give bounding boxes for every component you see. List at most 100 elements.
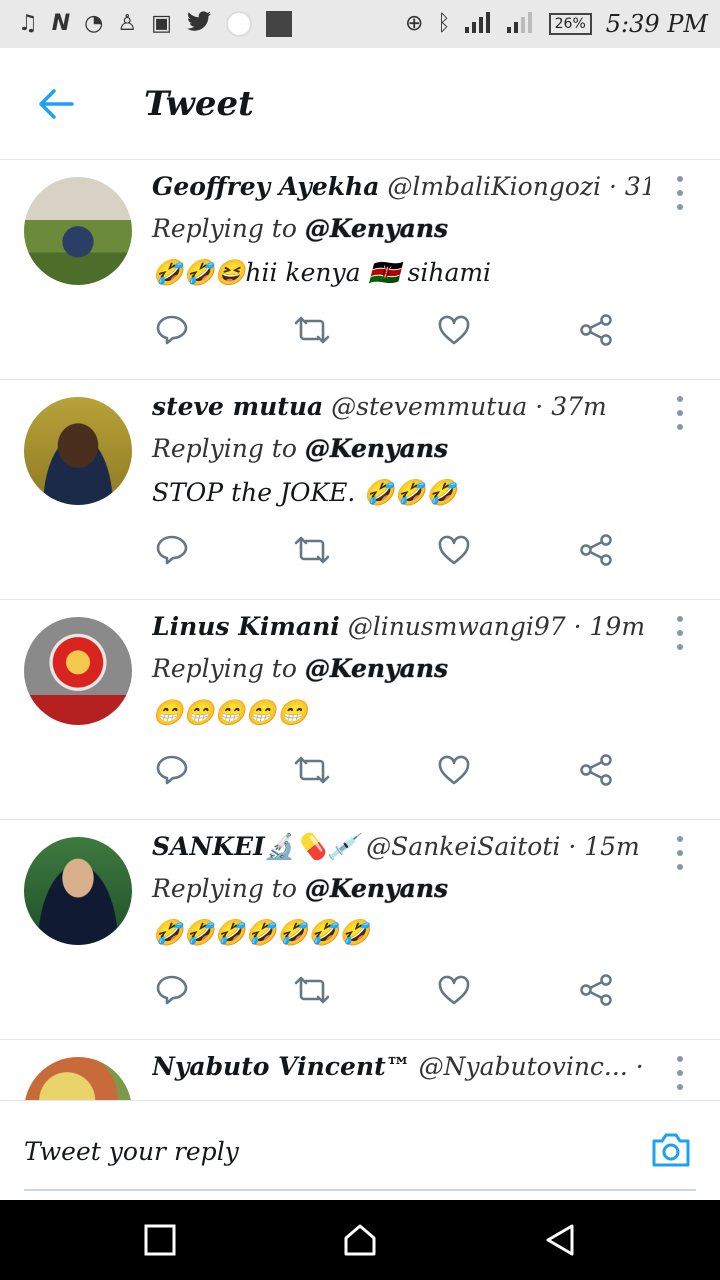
share-button[interactable]	[576, 750, 616, 790]
tweet-time: 31m	[624, 172, 650, 201]
avatar[interactable]	[24, 617, 132, 725]
replying-to: Replying to @Kenyans	[152, 874, 448, 903]
more-options-button[interactable]	[668, 176, 692, 210]
game-icon: ◔	[84, 11, 104, 36]
twitter-icon	[186, 10, 212, 38]
home-icon	[344, 1224, 376, 1256]
tweet-time: 15m	[584, 832, 640, 861]
reply-icon	[156, 755, 188, 785]
more-options-button[interactable]	[668, 616, 692, 650]
more-options-button[interactable]	[668, 1056, 692, 1090]
more-options-button[interactable]	[668, 836, 692, 870]
tweet-item[interactable]: Linus Kimani @linusmwangi97 · 19m Replyi…	[0, 600, 720, 820]
tweet-header: steve mutua @stevemmutua · 37m	[152, 392, 650, 421]
battery-indicator: 26%	[548, 13, 592, 35]
signal-icon	[464, 11, 493, 38]
user-handle[interactable]: @SankeiSaitoti	[366, 832, 560, 861]
reply-button[interactable]	[152, 310, 192, 350]
arrow-left-icon	[39, 88, 74, 119]
tweet-time: 37m	[551, 392, 607, 421]
separator: ·	[609, 172, 617, 201]
heart-icon	[438, 755, 470, 785]
replying-to-label: Replying to	[152, 214, 297, 243]
share-button[interactable]	[576, 310, 616, 350]
square-icon	[144, 1224, 176, 1256]
retweet-button[interactable]	[292, 970, 332, 1010]
app-icon	[265, 11, 292, 37]
data-saver-icon: ⊕	[404, 11, 424, 36]
reply-icon	[156, 535, 188, 565]
image-icon: ▣	[151, 11, 172, 36]
reply-input-underline	[24, 1189, 696, 1191]
user-name[interactable]: Linus Kimani	[152, 612, 340, 641]
replying-to-label: Replying to	[152, 874, 297, 903]
back-nav-button[interactable]	[540, 1220, 580, 1260]
mail-icon	[225, 11, 252, 37]
tweet-item[interactable]: Nyabuto Vincent™ @Nyabutovinc... · 33m	[0, 1040, 720, 1100]
mention-link[interactable]: @Kenyans	[305, 434, 448, 463]
status-bar: ♫ N ◔ ♙ ▣ ⊕ ᛒ 26% 5:39 PM	[0, 0, 720, 48]
share-button[interactable]	[576, 530, 616, 570]
retweet-icon	[294, 536, 330, 564]
user-handle[interactable]: @linusmwangi97	[348, 612, 566, 641]
user-handle[interactable]: @stevemmutua	[331, 392, 527, 421]
reply-button[interactable]	[152, 750, 192, 790]
status-bar-system: ⊕ ᛒ 26% 5:39 PM	[405, 10, 708, 38]
user-name[interactable]: SANKEI🔬💊💉	[152, 832, 358, 861]
user-name[interactable]: steve mutua	[152, 392, 323, 421]
replying-to: Replying to @Kenyans	[152, 434, 448, 463]
signal-3g-icon	[506, 11, 535, 38]
share-icon	[580, 974, 612, 1006]
more-options-button[interactable]	[668, 396, 692, 430]
user-name[interactable]: Nyabuto Vincent™	[152, 1052, 411, 1081]
like-button[interactable]	[434, 750, 474, 790]
replying-to-label: Replying to	[152, 434, 297, 463]
mention-link[interactable]: @Kenyans	[305, 214, 448, 243]
camera-button[interactable]	[650, 1131, 692, 1171]
tweet-item[interactable]: SANKEI🔬💊💉 @SankeiSaitoti · 15m Replying …	[0, 820, 720, 1040]
reply-input[interactable]: Tweet your reply	[24, 1123, 624, 1179]
tweet-text: 😁😁😁😁😁	[152, 698, 308, 727]
back-button[interactable]	[26, 74, 86, 134]
reply-feed[interactable]: Geoffrey Ayekha @lmbaliKiongozi · 31m Re…	[0, 160, 720, 1100]
status-time: 5:39 PM	[605, 10, 708, 38]
share-icon	[580, 314, 612, 346]
tweet-header: Geoffrey Ayekha @lmbaliKiongozi · 31m	[152, 172, 650, 201]
tweet-item[interactable]: steve mutua @stevemmutua · 37m Replying …	[0, 380, 720, 600]
reply-button[interactable]	[152, 530, 192, 570]
retweet-icon	[294, 756, 330, 784]
retweet-icon	[294, 976, 330, 1004]
retweet-button[interactable]	[292, 530, 332, 570]
tweet-actions	[152, 310, 622, 350]
music-icon: ♫	[18, 11, 38, 36]
avatar[interactable]	[24, 177, 132, 285]
user-name[interactable]: Geoffrey Ayekha	[152, 172, 379, 201]
avatar[interactable]	[24, 397, 132, 505]
home-button[interactable]	[340, 1220, 380, 1260]
like-button[interactable]	[434, 310, 474, 350]
tweet-item[interactable]: Geoffrey Ayekha @lmbaliKiongozi · 31m Re…	[0, 160, 720, 380]
page-title: Tweet	[144, 83, 254, 124]
user-handle[interactable]: @Nyabutovinc...	[419, 1052, 628, 1081]
recents-button[interactable]	[140, 1220, 180, 1260]
reply-button[interactable]	[152, 970, 192, 1010]
retweet-button[interactable]	[292, 750, 332, 790]
mention-link[interactable]: @Kenyans	[305, 874, 448, 903]
share-button[interactable]	[576, 970, 616, 1010]
user-handle[interactable]: @lmbaliKiongozi	[387, 172, 601, 201]
tweet-time: 19m	[589, 612, 646, 641]
tweet-actions	[152, 530, 622, 570]
tweet-text: STOP the JOKE. 🤣🤣🤣	[152, 478, 457, 507]
avatar[interactable]	[24, 837, 132, 945]
netflix-icon: N	[51, 11, 71, 36]
like-button[interactable]	[434, 970, 474, 1010]
reply-icon	[156, 975, 188, 1005]
triangle-back-icon	[546, 1224, 574, 1256]
mention-link[interactable]: @Kenyans	[305, 654, 448, 683]
heart-icon	[438, 535, 470, 565]
separator: ·	[573, 612, 582, 641]
app-header: Tweet	[0, 48, 720, 160]
avatar[interactable]	[24, 1057, 132, 1100]
like-button[interactable]	[434, 530, 474, 570]
retweet-button[interactable]	[292, 310, 332, 350]
